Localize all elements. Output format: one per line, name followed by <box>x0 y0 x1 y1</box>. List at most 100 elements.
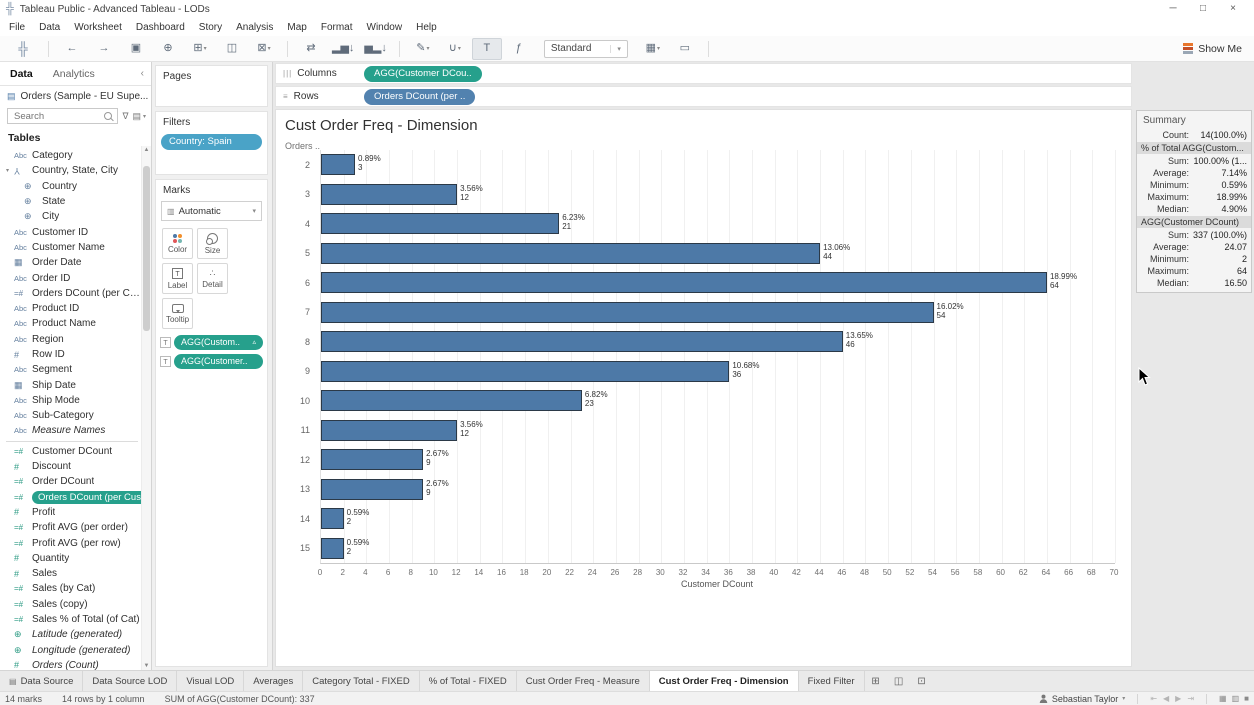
sheet-nav-icon-3[interactable]: ⇥ <box>1187 694 1194 703</box>
field-order-dcount[interactable]: =#Order DCount <box>0 474 142 489</box>
field-longitude-generated[interactable]: ⊕Longitude (generated) <box>0 643 142 658</box>
tableau-logo-button[interactable]: ╬ <box>8 38 38 60</box>
tab-visual-lod[interactable]: Visual LOD <box>177 671 244 691</box>
view-mode-icon-2[interactable]: ■ <box>1244 694 1249 703</box>
show-hide-cards-button[interactable]: ▦▾ <box>638 38 668 60</box>
field-order-id[interactable]: AbcOrder ID <box>0 270 142 285</box>
redo-button[interactable]: → <box>89 38 119 60</box>
field-order-date[interactable]: ▦Order Date <box>0 255 142 270</box>
label-button[interactable]: T Label <box>162 263 193 294</box>
bar[interactable] <box>321 508 344 529</box>
new-story-tab[interactable]: ⊡ <box>911 671 934 691</box>
field-orders-dcount-per-cus[interactable]: =#Orders DCount (per Cus... <box>0 490 142 505</box>
view-mode-icon-1[interactable]: ▥ <box>1232 694 1240 703</box>
highlight-button[interactable]: ✎▾ <box>408 38 438 60</box>
fix-axes-button[interactable]: ƒ <box>504 38 534 60</box>
new-worksheet-button[interactable]: ⊞▾ <box>185 38 215 60</box>
field-sales-copy[interactable]: =#Sales (copy) <box>0 597 142 612</box>
field-country[interactable]: ⊕Country <box>0 179 142 194</box>
marks-pill[interactable]: AGG(Custom..▵ <box>174 335 263 350</box>
menu-file[interactable]: File <box>2 20 32 35</box>
tab-data-source-lod[interactable]: Data Source LOD <box>83 671 177 691</box>
marks-pill[interactable]: AGG(Customer.. <box>174 354 263 369</box>
swap-rows-columns-button[interactable]: ⇄ <box>296 38 326 60</box>
field-orders-count[interactable]: #Orders (Count) <box>0 658 142 670</box>
sort-descending-button[interactable]: ▅▂↓ <box>360 38 390 60</box>
menu-map[interactable]: Map <box>280 20 313 35</box>
size-button[interactable]: Size <box>197 228 228 259</box>
scroll-up-icon[interactable]: ▲ <box>142 147 151 153</box>
bar[interactable] <box>321 479 423 500</box>
field-segment[interactable]: AbcSegment <box>0 362 142 377</box>
field-product-name[interactable]: AbcProduct Name <box>0 316 142 331</box>
field-customer-dcount[interactable]: =#Customer DCount <box>0 444 142 459</box>
filters-card[interactable]: Filters Country: Spain <box>155 111 268 175</box>
field-measure-names[interactable]: AbcMeasure Names <box>0 423 142 438</box>
rows-pill[interactable]: Orders DCount (per .. <box>364 89 475 105</box>
field-quantity[interactable]: #Quantity <box>0 551 142 566</box>
field-state[interactable]: ⊕State <box>0 194 142 209</box>
bar[interactable] <box>321 154 355 175</box>
detail-button[interactable]: ∴ Detail <box>197 263 228 294</box>
field-row-id[interactable]: #Row ID <box>0 347 142 362</box>
user-menu[interactable]: Sebastian Taylor ▾ <box>1039 694 1125 704</box>
filter-fields-icon[interactable]: ∇ <box>122 111 128 122</box>
tab-data-source[interactable]: ▤Data Source <box>0 671 83 691</box>
field-region[interactable]: AbcRegion <box>0 332 142 347</box>
menu-window[interactable]: Window <box>360 20 410 35</box>
group-members-button[interactable]: ∪▾ <box>440 38 470 60</box>
tooltip-button[interactable]: Tooltip <box>162 298 193 329</box>
bar[interactable] <box>321 302 934 323</box>
tab-averages[interactable]: Averages <box>244 671 303 691</box>
field-city[interactable]: ⊕City <box>0 209 142 224</box>
bar[interactable] <box>321 361 729 382</box>
field-ship-date[interactable]: ▦Ship Date <box>0 377 142 392</box>
maximize-button[interactable]: □ <box>1188 0 1218 18</box>
tab-analytics[interactable]: Analytics <box>43 64 105 84</box>
scrollbar-thumb[interactable] <box>143 166 150 331</box>
fit-selector[interactable]: Standard▾ <box>544 40 628 58</box>
tab-category-total-fixed[interactable]: Category Total - FIXED <box>303 671 420 691</box>
bar[interactable] <box>321 213 559 234</box>
field-profit-avg-per-row[interactable]: =#Profit AVG (per row) <box>0 535 142 550</box>
sort-ascending-button[interactable]: ▂▅↓ <box>328 38 358 60</box>
expand-caret-icon[interactable]: ▾ <box>6 167 14 174</box>
menu-worksheet[interactable]: Worksheet <box>67 20 129 35</box>
bar[interactable] <box>321 538 344 559</box>
clear-sheet-button[interactable]: ⊠▾ <box>249 38 279 60</box>
field-sales[interactable]: #Sales <box>0 566 142 581</box>
field-product-id[interactable]: AbcProduct ID <box>0 301 142 316</box>
fields-scrollbar[interactable]: ▲ ▼ <box>141 146 151 670</box>
menu-data[interactable]: Data <box>32 20 67 35</box>
field-customer-name[interactable]: AbcCustomer Name <box>0 240 142 255</box>
new-dashboard-tab[interactable]: ◫ <box>888 671 911 691</box>
field-latitude-generated[interactable]: ⊕Latitude (generated) <box>0 627 142 642</box>
bar[interactable] <box>321 420 457 441</box>
field-sub-category[interactable]: AbcSub-Category <box>0 408 142 423</box>
presentation-mode-button[interactable]: ▭ <box>670 38 700 60</box>
tab-cust-order-freq-dimension[interactable]: Cust Order Freq - Dimension <box>650 671 799 691</box>
field-orders-dcount-per-cus[interactable]: =#Orders DCount (per Cus... <box>0 286 142 301</box>
tab-fixed-filter[interactable]: Fixed Filter <box>799 671 865 691</box>
bar[interactable] <box>321 331 843 352</box>
new-worksheet-tab[interactable]: ⊞ <box>865 671 888 691</box>
mark-type-dropdown[interactable]: ▥ Automatic ▾ <box>161 201 262 221</box>
sheet-nav-icon-0[interactable]: ⇤ <box>1150 694 1157 703</box>
bar[interactable] <box>321 272 1047 293</box>
menu-analysis[interactable]: Analysis <box>229 20 280 35</box>
save-button[interactable]: ▣ <box>121 38 151 60</box>
bar[interactable] <box>321 184 457 205</box>
show-me-button[interactable]: Show Me <box>1183 43 1246 55</box>
field-sales-by-cat[interactable]: =#Sales (by Cat) <box>0 581 142 596</box>
tab-cust-order-freq-measure[interactable]: Cust Order Freq - Measure <box>517 671 650 691</box>
bar[interactable] <box>321 449 423 470</box>
sheet-nav-icon-1[interactable]: ◀ <box>1163 694 1169 703</box>
color-button[interactable]: Color <box>162 228 193 259</box>
field-ship-mode[interactable]: AbcShip Mode <box>0 393 142 408</box>
scroll-down-icon[interactable]: ▼ <box>142 663 151 669</box>
pages-card[interactable]: Pages <box>155 65 268 107</box>
view-mode-icon-0[interactable]: ▦ <box>1219 694 1227 703</box>
field-country-state-city[interactable]: ▾YCountry, State, City <box>0 163 142 178</box>
filter-pill-country[interactable]: Country: Spain <box>161 134 262 150</box>
undo-button[interactable]: ← <box>57 38 87 60</box>
